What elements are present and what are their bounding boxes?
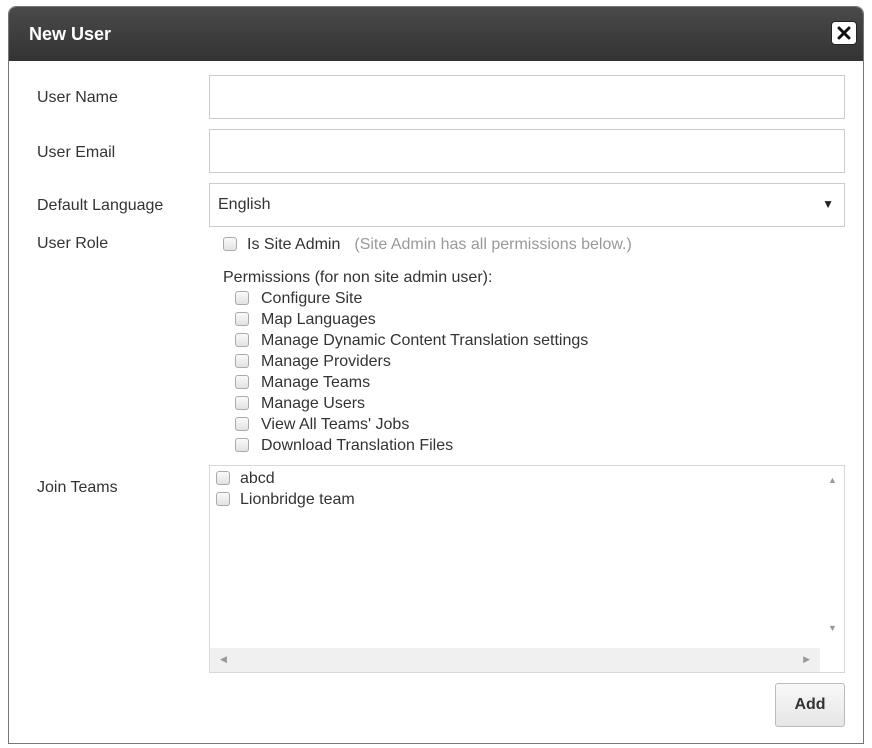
horizontal-scrollbar[interactable]: ◀ ▶ <box>210 648 820 672</box>
permission-checkbox[interactable] <box>235 332 249 347</box>
team-item: Lionbridge team <box>216 489 355 510</box>
add-button[interactable]: Add <box>775 683 845 727</box>
join-teams-label: Join Teams <box>37 479 118 496</box>
team-item: abcd <box>216 468 355 489</box>
permission-label: Manage Users <box>261 395 366 412</box>
permission-item-map-languages: Map Languages <box>235 309 588 330</box>
team-checkbox[interactable] <box>216 470 230 485</box>
permission-label: Manage Providers <box>261 353 391 370</box>
permission-label: Configure Site <box>261 290 363 307</box>
permission-checkbox[interactable] <box>235 416 249 431</box>
site-admin-row: Is Site Admin (Site Admin has all permiss… <box>223 236 632 254</box>
permission-label: Manage Teams <box>261 374 371 391</box>
scroll-down-icon[interactable]: ▼ <box>828 623 837 633</box>
close-button[interactable] <box>831 21 857 45</box>
site-admin-label: Is Site Admin <box>247 236 341 253</box>
scroll-corner <box>820 648 844 672</box>
team-label: Lionbridge team <box>240 491 355 508</box>
permission-checkbox[interactable] <box>235 290 249 305</box>
team-checkbox[interactable] <box>216 491 230 506</box>
user-role-label: User Role <box>37 235 109 252</box>
permission-checkbox[interactable] <box>235 437 249 452</box>
user-email-label: User Email <box>37 144 116 161</box>
permission-checkbox[interactable] <box>235 395 249 410</box>
permission-checkbox[interactable] <box>235 311 249 326</box>
default-language-select[interactable]: English ▼ <box>209 183 845 227</box>
teams-list: abcd Lionbridge team <box>216 468 355 510</box>
user-email-input[interactable] <box>209 129 845 173</box>
site-admin-checkbox[interactable] <box>223 236 237 251</box>
dialog-title: New User <box>29 24 112 44</box>
team-label: abcd <box>240 470 275 487</box>
permission-item-manage-users: Manage Users <box>235 393 588 414</box>
permission-item-manage-providers: Manage Providers <box>235 351 588 372</box>
user-name-label: User Name <box>37 89 118 106</box>
permission-label: Download Translation Files <box>261 437 454 454</box>
permission-label: Map Languages <box>261 311 376 328</box>
permissions-list: Configure Site Map Languages Manage Dyna… <box>235 288 588 456</box>
scroll-right-icon[interactable]: ▶ <box>803 654 810 665</box>
user-name-input[interactable] <box>209 75 845 119</box>
permission-item-dynamic-content: Manage Dynamic Content Translation setti… <box>235 330 588 351</box>
site-admin-note: (Site Admin has all permissions below.) <box>354 236 632 253</box>
permission-checkbox[interactable] <box>235 353 249 368</box>
permission-label: View All Teams' Jobs <box>261 416 410 433</box>
permission-label: Manage Dynamic Content Translation setti… <box>261 332 589 349</box>
permission-item-view-all-jobs: View All Teams' Jobs <box>235 414 588 435</box>
permission-checkbox[interactable] <box>235 374 249 389</box>
default-language-value: English <box>218 196 271 213</box>
scroll-up-icon[interactable]: ▲ <box>828 475 837 485</box>
dropdown-arrow-icon: ▼ <box>822 197 834 211</box>
permissions-heading: Permissions (for non site admin user): <box>223 269 493 286</box>
vertical-scrollbar[interactable]: ▲ ▼ <box>820 466 844 646</box>
close-icon <box>837 26 851 40</box>
permission-item-configure-site: Configure Site <box>235 288 588 309</box>
default-language-label: Default Language <box>37 197 164 214</box>
permission-item-manage-teams: Manage Teams <box>235 372 588 393</box>
new-user-dialog: New User User Name User Email Default La… <box>8 6 864 744</box>
scroll-left-icon[interactable]: ◀ <box>220 654 227 665</box>
dialog-titlebar: New User <box>9 7 863 61</box>
teams-listbox[interactable]: abcd Lionbridge team ▲ ▼ ◀ ▶ <box>209 465 845 673</box>
permission-item-download-files: Download Translation Files <box>235 435 588 456</box>
